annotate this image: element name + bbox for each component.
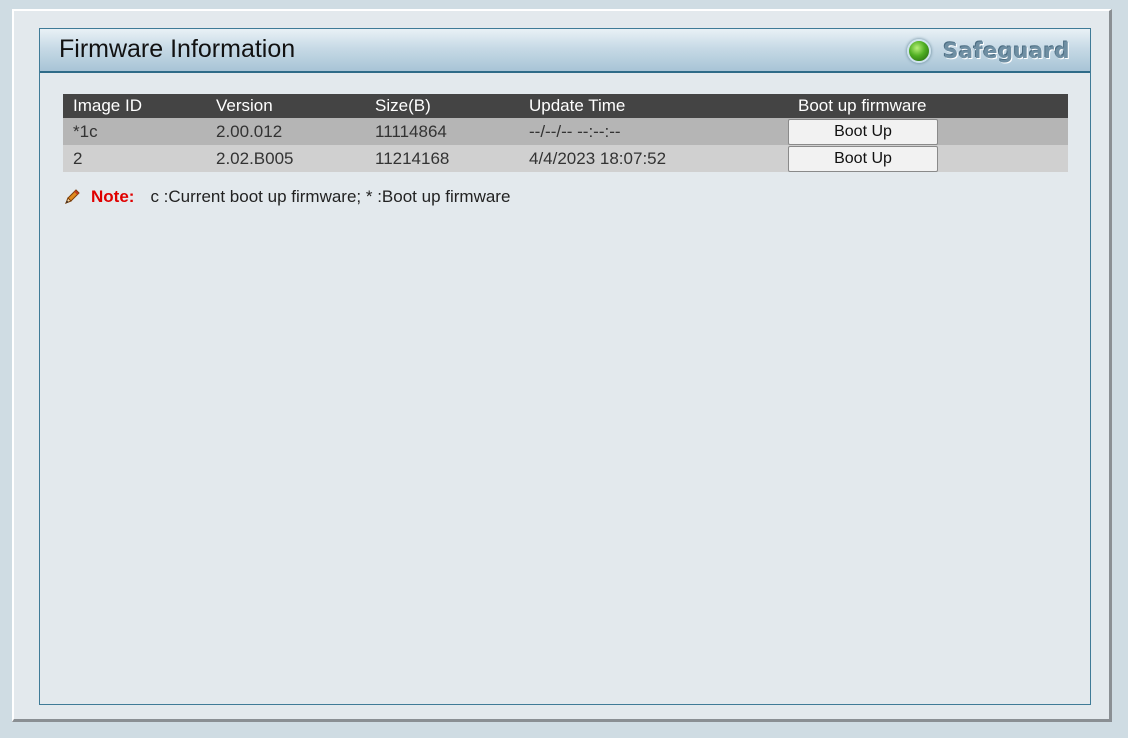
column-header-boot-up-firmware: Boot up firmware	[788, 94, 1068, 118]
cell-version: 2.00.012	[206, 118, 365, 145]
column-header-version: Version	[206, 94, 365, 118]
green-led-icon	[907, 39, 932, 63]
safeguard-label: Safeguard	[943, 39, 1070, 63]
outer-frame: Firmware Information Safeguard Image ID …	[12, 9, 1112, 722]
cell-size: 11214168	[365, 145, 519, 172]
pencil-icon	[65, 189, 80, 204]
boot-up-button[interactable]: Boot Up	[788, 118, 938, 145]
firmware-table: Image ID Version Size(B) Update Time Boo…	[63, 94, 1068, 172]
cell-boot-up: Boot Up	[788, 118, 1068, 145]
boot-up-button[interactable]: Boot Up	[788, 145, 938, 172]
note: Note: c :Current boot up firmware; * :Bo…	[63, 187, 510, 207]
column-header-update-time: Update Time	[519, 94, 788, 118]
table-row: 2 2.02.B005 11214168 4/4/2023 18:07:52 B…	[63, 145, 1068, 172]
cell-update-time: --/--/-- --:--:--	[519, 118, 788, 145]
cell-version: 2.02.B005	[206, 145, 365, 172]
firmware-panel: Firmware Information Safeguard Image ID …	[39, 28, 1091, 705]
page-title: Firmware Information	[59, 35, 296, 63]
cell-boot-up: Boot Up	[788, 145, 1068, 172]
cell-update-time: 4/4/2023 18:07:52	[519, 145, 788, 172]
safeguard-indicator: Safeguard	[907, 37, 1070, 65]
note-text: c :Current boot up firmware; * :Boot up …	[150, 187, 511, 206]
panel-header: Firmware Information Safeguard	[40, 29, 1090, 73]
column-header-image-id: Image ID	[63, 94, 206, 118]
cell-image-id: *1c	[63, 118, 206, 145]
note-label: Note:	[91, 187, 135, 206]
table-header-row: Image ID Version Size(B) Update Time Boo…	[63, 94, 1068, 118]
table-row: *1c 2.00.012 11114864 --/--/-- --:--:-- …	[63, 118, 1068, 145]
cell-image-id: 2	[63, 145, 206, 172]
column-header-size: Size(B)	[365, 94, 519, 118]
cell-size: 11114864	[365, 118, 519, 145]
